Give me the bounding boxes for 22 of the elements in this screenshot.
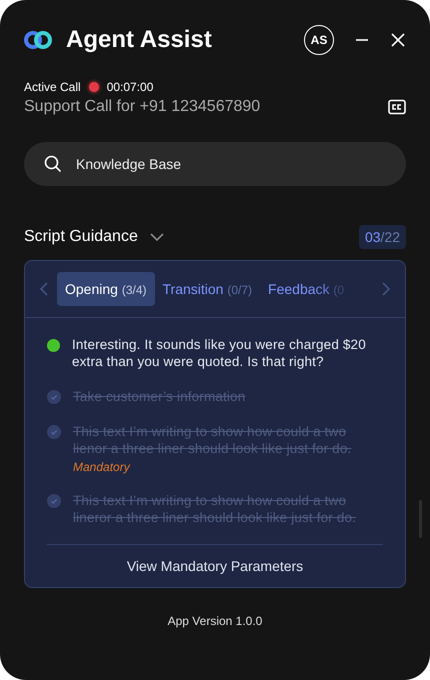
- step-counter: 03/22: [358, 225, 406, 249]
- mandatory-label: Mandatory: [73, 460, 132, 474]
- section-title: Script Guidance: [24, 228, 138, 246]
- captions-icon[interactable]: [388, 99, 406, 115]
- call-subtitle: Support Call for +91 1234567890: [24, 98, 260, 116]
- app-title: Agent Assist: [66, 26, 213, 54]
- tab[interactable]: Transition (0/7): [154, 272, 260, 306]
- call-status: Active Call: [24, 80, 81, 94]
- logo-icon: [24, 30, 52, 50]
- search-icon: [44, 155, 62, 173]
- call-timer: 00:07:00: [106, 80, 154, 94]
- avatar[interactable]: AS: [304, 25, 334, 55]
- script-line: This text I’m writing to show how could a two lineror a three liner should look like just for do.: [73, 492, 358, 526]
- tab[interactable]: Opening (3/4): [57, 272, 155, 306]
- view-parameters-button[interactable]: View Mandatory Parameters: [118, 553, 312, 579]
- script-line: This text I’m writing to show how could a two lienor a three liner should look like just for do.: [73, 423, 352, 457]
- search-field[interactable]: Knowledge Base: [24, 142, 406, 186]
- app-version: App Version 1.0.0: [168, 614, 262, 628]
- script-line: Interesting. It sounds like you were charged $20 extra than you were quoted. Is that right?: [72, 336, 367, 370]
- script-line: Take customer’s information: [73, 388, 246, 405]
- close-icon[interactable]: [390, 32, 406, 48]
- tab[interactable]: Feedback (0: [260, 272, 352, 306]
